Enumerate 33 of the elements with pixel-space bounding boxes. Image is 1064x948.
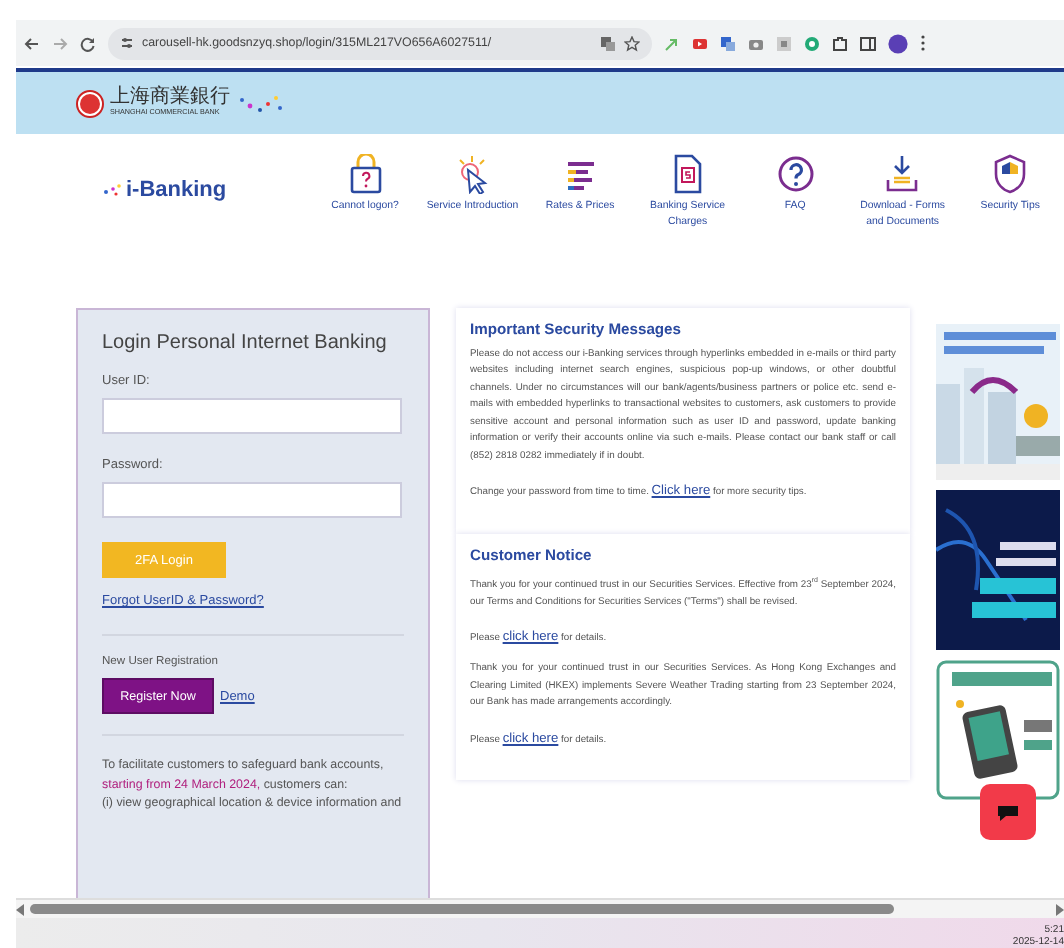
- scroll-left-icon[interactable]: [16, 903, 26, 915]
- back-icon[interactable]: [24, 35, 40, 51]
- square-icon[interactable]: [776, 35, 792, 51]
- star-icon[interactable]: [624, 35, 640, 51]
- download-icon: [884, 154, 921, 194]
- chat-button[interactable]: [980, 784, 1036, 840]
- chat-icon: [996, 803, 1020, 821]
- input-field[interactable]: [102, 482, 402, 518]
- brand-logo: i-Banking: [126, 178, 227, 202]
- camera-icon[interactable]: [748, 35, 764, 51]
- document-icon: [669, 154, 706, 194]
- pointer-icon: [454, 154, 491, 194]
- circle-icon[interactable]: [804, 35, 820, 51]
- puzzle-icon[interactable]: [832, 35, 848, 51]
- sidebar-icon[interactable]: [860, 35, 876, 51]
- reload-icon[interactable]: [80, 35, 96, 51]
- translate-icon[interactable]: [600, 35, 616, 51]
- question-icon: [777, 154, 814, 194]
- shield-icon: [992, 154, 1029, 194]
- input-field[interactable]: [102, 398, 402, 434]
- video-icon[interactable]: [692, 35, 708, 51]
- profile-icon[interactable]: [888, 33, 908, 53]
- login-title: Login Personal Internet Banking: [102, 332, 389, 354]
- logo-icon[interactable]: [76, 89, 104, 117]
- scrollbar-thumb[interactable]: [30, 904, 894, 914]
- scroll-right-icon[interactable]: [1054, 903, 1064, 915]
- dots-icon: [104, 184, 122, 196]
- site-info-icon[interactable]: [120, 36, 134, 50]
- dots-icon: [236, 91, 284, 115]
- menu-icon[interactable]: [920, 34, 926, 52]
- translate-icon[interactable]: [720, 35, 736, 51]
- lock-icon: [347, 154, 383, 194]
- bank-name: 上海商業銀行: [110, 88, 230, 109]
